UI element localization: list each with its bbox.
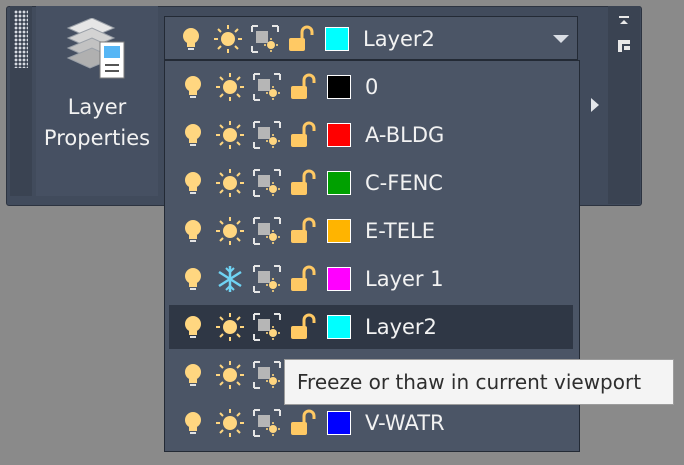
unlock-icon[interactable] <box>288 215 320 247</box>
layer-dropdown-combo[interactable]: Layer2 <box>164 16 578 60</box>
layer-name: C-FENC <box>365 171 443 195</box>
viewport-freeze-icon[interactable] <box>251 215 283 247</box>
layer-list-item[interactable]: Layer2 <box>169 305 573 349</box>
unlock-icon[interactable] <box>288 263 320 295</box>
layer-color-swatch[interactable] <box>325 27 349 51</box>
layer-color-swatch[interactable] <box>327 315 351 339</box>
viewport-freeze-icon[interactable] <box>251 119 283 151</box>
layer-name: V-WATR <box>365 411 445 435</box>
layer-properties-label-line2: Properties <box>43 126 151 150</box>
layer-name: A-BLDG <box>365 123 445 147</box>
unlock-icon[interactable] <box>286 23 318 55</box>
lightbulb-icon[interactable] <box>177 167 209 199</box>
sun-icon[interactable] <box>214 119 246 151</box>
viewport-freeze-icon[interactable] <box>249 23 281 55</box>
viewport-freeze-icon[interactable] <box>251 359 283 391</box>
viewport-freeze-icon[interactable] <box>251 263 283 295</box>
layer-name: Layer 1 <box>365 267 444 291</box>
lightbulb-icon[interactable] <box>177 359 209 391</box>
unlock-icon[interactable] <box>288 167 320 199</box>
panel-grip-handle[interactable] <box>10 6 32 196</box>
viewport-freeze-icon[interactable] <box>251 311 283 343</box>
sun-icon[interactable] <box>214 359 246 391</box>
sun-icon[interactable] <box>214 407 246 439</box>
lightbulb-icon[interactable] <box>177 407 209 439</box>
layer-list-item[interactable]: A-BLDG <box>169 113 573 157</box>
lightbulb-icon[interactable] <box>177 119 209 151</box>
layer-properties-label-line1: Layer <box>67 95 127 119</box>
layer-color-swatch[interactable] <box>327 75 351 99</box>
sun-icon[interactable] <box>214 311 246 343</box>
sun-icon[interactable] <box>214 71 246 103</box>
lightbulb-icon[interactable] <box>177 71 209 103</box>
panel-pin-icon[interactable] <box>616 16 632 56</box>
lightbulb-icon[interactable] <box>177 215 209 247</box>
layer-name: 0 <box>365 75 379 99</box>
lightbulb-icon[interactable] <box>175 23 207 55</box>
viewport-freeze-icon[interactable] <box>251 407 283 439</box>
sun-icon[interactable] <box>212 23 244 55</box>
unlock-icon[interactable] <box>288 71 320 103</box>
layer-properties-label: Layer Properties <box>38 92 156 154</box>
viewport-freeze-icon[interactable] <box>251 167 283 199</box>
lightbulb-icon[interactable] <box>177 263 209 295</box>
unlock-icon[interactable] <box>288 407 320 439</box>
chevron-down-icon[interactable] <box>553 35 569 43</box>
layer-list-item[interactable]: Layer 1 <box>169 257 573 301</box>
layer-name: Layer2 <box>365 315 437 339</box>
layer-list-item[interactable]: V-WATR <box>169 401 573 445</box>
lightbulb-icon[interactable] <box>177 311 209 343</box>
layer-name: E-TELE <box>365 219 435 243</box>
viewport-freeze-icon[interactable] <box>251 71 283 103</box>
layer-color-swatch[interactable] <box>327 411 351 435</box>
expand-arrow-icon[interactable] <box>590 98 600 112</box>
layer-color-swatch[interactable] <box>327 219 351 243</box>
layer-list-item[interactable]: E-TELE <box>169 209 573 253</box>
layer-list-item[interactable]: 0 <box>169 65 573 109</box>
unlock-icon[interactable] <box>288 311 320 343</box>
layer-list-item[interactable]: C-FENC <box>169 161 573 205</box>
layers-stack-icon <box>66 18 125 79</box>
sun-icon[interactable] <box>214 215 246 247</box>
layer-color-swatch[interactable] <box>327 267 351 291</box>
layer-color-swatch[interactable] <box>327 123 351 147</box>
unlock-icon[interactable] <box>288 119 320 151</box>
tooltip: Freeze or thaw in current viewport <box>284 359 674 405</box>
current-layer-name: Layer2 <box>363 27 435 51</box>
snowflake-icon[interactable] <box>214 263 246 295</box>
layer-color-swatch[interactable] <box>327 171 351 195</box>
sun-icon[interactable] <box>214 167 246 199</box>
